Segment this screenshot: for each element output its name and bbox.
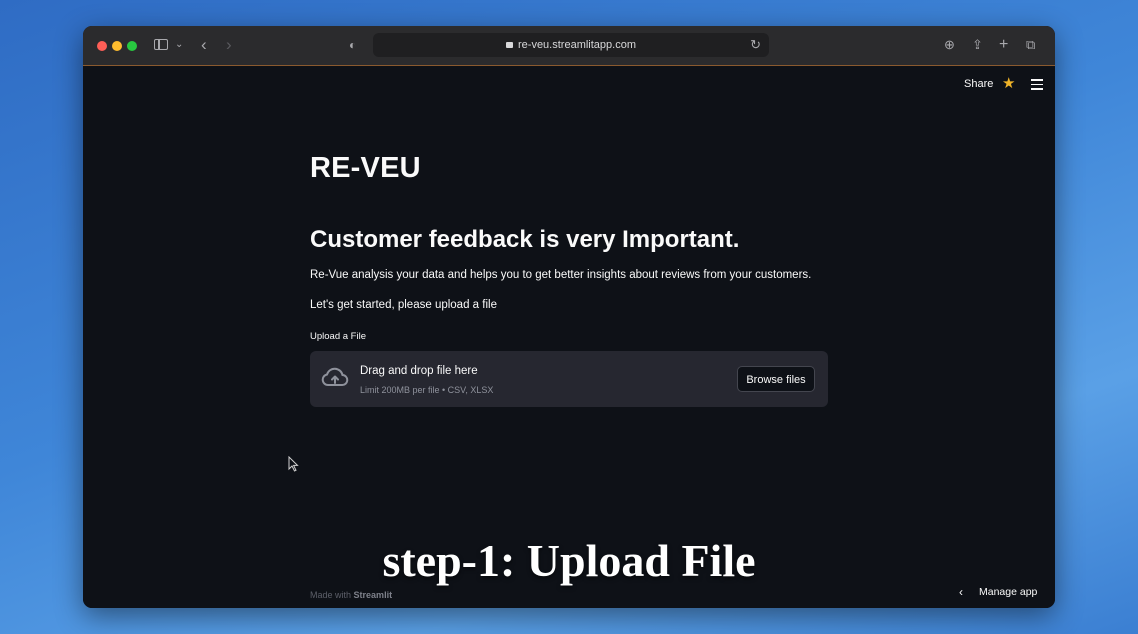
share-icon[interactable]: ⇪ — [972, 36, 983, 54]
dropzone-limit-text: Limit 200MB per file • CSV, XLSX — [360, 385, 494, 395]
made-with-text: Made with — [310, 590, 352, 600]
close-window-button[interactable] — [97, 41, 107, 51]
cloud-upload-icon — [321, 367, 349, 386]
made-with-streamlit[interactable]: Made with Streamlit — [310, 590, 392, 600]
page-subtitle: Customer feedback is very Important. — [310, 226, 740, 253]
browser-toolbar: ⌄ ‹ › ◐ re-veu.streamlitapp.com ↻ ⊕ ⇪ + … — [83, 26, 1055, 66]
zoom-window-button[interactable] — [127, 41, 137, 51]
file-dropzone[interactable]: Drag and drop file here Limit 200MB per … — [310, 351, 828, 407]
streamlit-brand: Streamlit — [353, 590, 393, 600]
star-icon[interactable]: ★ — [1002, 74, 1015, 92]
browser-window: ⌄ ‹ › ◐ re-veu.streamlitapp.com ↻ ⊕ ⇪ + … — [83, 26, 1055, 608]
reload-icon[interactable]: ↻ — [750, 33, 761, 57]
hamburger-menu-icon[interactable] — [1031, 79, 1043, 93]
intro-text: Re-Vue analysis your data and helps you … — [310, 269, 812, 281]
tabs-overview-icon[interactable]: ⧉ — [1026, 36, 1035, 54]
new-tab-icon[interactable]: + — [999, 36, 1008, 54]
address-bar[interactable]: re-veu.streamlitapp.com ↻ — [373, 33, 769, 57]
prompt-text: Let's get started, please upload a file — [310, 299, 497, 311]
chevron-down-icon[interactable]: ⌄ — [175, 36, 183, 54]
forward-icon[interactable]: › — [226, 36, 232, 54]
page-title: RE-VEU — [310, 152, 421, 184]
privacy-shield-icon[interactable]: ◐ — [349, 36, 356, 54]
mouse-cursor-icon — [288, 456, 299, 472]
manage-app-button[interactable]: Manage app — [979, 586, 1037, 598]
step-caption: step-1: Upload File — [382, 535, 756, 586]
browse-files-button[interactable]: Browse files — [737, 366, 815, 392]
app-content: Share ★ RE-VEU Customer feedback is very… — [83, 66, 1055, 608]
chevron-left-icon[interactable]: ‹ — [959, 585, 963, 599]
minimize-window-button[interactable] — [112, 41, 122, 51]
sidebar-toggle-icon[interactable] — [154, 39, 168, 50]
upload-label: Upload a File — [310, 331, 366, 342]
lock-icon — [506, 42, 513, 48]
download-icon[interactable]: ⊕ — [944, 36, 955, 54]
dropzone-instructions: Drag and drop file here — [360, 365, 478, 377]
share-button[interactable]: Share — [964, 78, 993, 90]
url-text: re-veu.streamlitapp.com — [518, 39, 636, 51]
back-icon[interactable]: ‹ — [201, 36, 207, 54]
